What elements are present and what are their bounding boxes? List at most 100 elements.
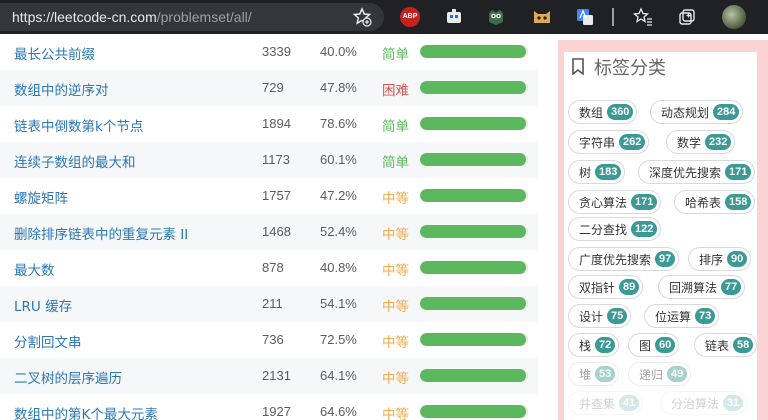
tag-chip[interactable]: 排序 90 — [688, 247, 752, 271]
favorites-list-icon[interactable] — [633, 7, 653, 27]
translate-extension-icon[interactable] — [575, 7, 595, 27]
tag-chip[interactable]: 链表 58 — [694, 333, 757, 357]
tag-name: 堆 — [579, 367, 592, 382]
tag-chip[interactable]: 回溯算法 77 — [658, 275, 746, 299]
progress-bar-fill — [420, 333, 526, 346]
tag-count-badge: 58 — [733, 337, 754, 353]
progress-bar — [420, 45, 528, 58]
adblock-extension-icon[interactable]: ABP — [400, 7, 420, 27]
owl-extension-icon[interactable] — [486, 7, 506, 27]
acceptance-rate: 40.0% — [320, 44, 357, 59]
collections-icon[interactable] — [677, 7, 697, 27]
tag-chip[interactable]: 分治算法 31 — [660, 391, 748, 415]
tag-chip[interactable]: 栈 72 — [568, 333, 620, 357]
tag-count-badge: 171 — [725, 164, 752, 180]
tag-count-badge: 171 — [631, 194, 658, 210]
tag-chip[interactable]: 设计 75 — [568, 304, 632, 328]
profile-avatar[interactable] — [722, 5, 746, 29]
difficulty-label: 中等 — [382, 299, 409, 315]
tag-name: 回溯算法 — [669, 280, 718, 295]
tag-chip[interactable]: 双指针 89 — [568, 275, 644, 299]
problem-title-link[interactable]: LRU 缓存 — [14, 295, 72, 315]
tag-count-badge: 60 — [655, 337, 676, 353]
tag-count-badge: 72 — [595, 337, 616, 353]
tag-chip[interactable]: 数组 360 — [568, 100, 638, 124]
problem-title-link[interactable]: 螺旋矩阵 — [14, 187, 68, 207]
tag-chip[interactable]: 图 60 — [628, 333, 680, 357]
solution-count: 211 — [262, 296, 283, 311]
difficulty-label: 中等 — [382, 263, 409, 279]
progress-bar — [420, 369, 528, 382]
bookmark-icon — [572, 58, 584, 75]
progress-bar-fill — [420, 189, 526, 202]
tag-chip[interactable]: 动态规划 284 — [650, 100, 744, 124]
tag-chip[interactable]: 递归 49 — [628, 362, 692, 386]
tag-name: 栈 — [579, 338, 592, 353]
tag-chip[interactable]: 并查集 41 — [568, 391, 644, 415]
tag-count-badge: 49 — [667, 366, 688, 382]
difficulty-label: 简单 — [382, 119, 409, 135]
problem-title-link[interactable]: 删除排序链表中的重复元素 II — [14, 223, 188, 243]
progress-bar — [420, 81, 528, 94]
tag-count-badge: 77 — [721, 279, 742, 295]
url-host: https://leetcode-cn.com — [12, 9, 157, 25]
difficulty-label: 中等 — [382, 335, 409, 351]
progress-bar — [420, 333, 528, 346]
tag-panel-title: 标签分类 — [594, 58, 666, 79]
progress-bar-fill — [420, 153, 526, 166]
tag-name: 链表 — [705, 338, 730, 353]
problem-title-link[interactable]: 最长公共前缀 — [14, 43, 95, 63]
tag-count-badge: 89 — [619, 279, 640, 295]
tag-chip[interactable]: 哈希表 158 — [674, 190, 756, 214]
tag-count-badge: 158 — [725, 194, 752, 210]
acceptance-rate: 47.2% — [320, 188, 357, 203]
tag-chip[interactable]: 位运算 73 — [644, 304, 720, 328]
bookmark-star-add-icon[interactable] — [352, 7, 372, 27]
problem-row: 链表中倒数第k个节点 1894 78.6% 简单 — [0, 106, 538, 142]
robot-extension-icon[interactable] — [444, 7, 464, 27]
acceptance-rate: 40.8% — [320, 260, 357, 275]
solution-count: 1894 — [262, 116, 291, 131]
acceptance-rate: 64.1% — [320, 368, 357, 383]
tag-chip[interactable]: 数学 232 — [666, 130, 736, 154]
tag-chip[interactable]: 深度优先搜索 171 — [638, 160, 756, 184]
tag-chip[interactable]: 广度优先搜索 97 — [568, 247, 680, 271]
cat-extension-icon[interactable] — [532, 7, 552, 27]
solution-count: 1173 — [262, 152, 290, 167]
tag-name: 图 — [639, 338, 652, 353]
problem-title-link[interactable]: 二叉树的层序遍历 — [14, 367, 122, 387]
tag-count-badge: 122 — [631, 221, 658, 237]
progress-bar-fill — [420, 297, 526, 310]
tag-count-badge: 97 — [655, 251, 676, 267]
tag-name: 贪心算法 — [579, 195, 628, 210]
problem-title-link[interactable]: 分割回文串 — [14, 331, 82, 351]
progress-bar — [420, 189, 528, 202]
tag-chip[interactable]: 二分查找 122 — [568, 217, 662, 241]
url-text[interactable]: https://leetcode-cn.com/problemset/all/ — [12, 9, 252, 25]
tag-chip[interactable]: 堆 53 — [568, 362, 620, 386]
problem-title-link[interactable]: 最大数 — [14, 259, 55, 279]
tag-name: 数组 — [579, 105, 604, 120]
progress-bar-fill — [420, 405, 526, 418]
browser-toolbar: https://leetcode-cn.com/problemset/all/ … — [0, 0, 768, 34]
tag-chip[interactable]: 贪心算法 171 — [568, 190, 662, 214]
acceptance-rate: 64.6% — [320, 404, 357, 419]
solution-count: 1757 — [262, 188, 291, 203]
acceptance-rate: 78.6% — [320, 116, 357, 131]
tag-count-badge: 73 — [695, 308, 716, 324]
problem-title-link[interactable]: 数组中的第K个最大元素 — [14, 403, 158, 420]
problem-title-link[interactable]: 链表中倒数第k个节点 — [14, 115, 143, 135]
tag-chip[interactable]: 树 183 — [568, 160, 626, 184]
tag-name: 二分查找 — [579, 222, 628, 237]
tag-name: 数学 — [677, 135, 702, 150]
acceptance-rate: 54.1% — [320, 296, 357, 311]
progress-bar-fill — [420, 369, 526, 382]
progress-bar-fill — [420, 261, 526, 274]
difficulty-label: 中等 — [382, 191, 409, 207]
tag-panel: 标签分类 数组 360 动态规划 284 字符串 262 数学 232 树 183 深度优先搜索 17… — [564, 52, 757, 420]
problem-title-link[interactable]: 数组中的逆序对 — [14, 79, 109, 99]
tag-name: 动态规划 — [661, 105, 710, 120]
tag-chip[interactable]: 字符串 262 — [568, 130, 650, 154]
problem-title-link[interactable]: 连续子数组的最大和 — [14, 151, 136, 171]
address-bar[interactable]: https://leetcode-cn.com/problemset/all/ — [0, 3, 384, 31]
